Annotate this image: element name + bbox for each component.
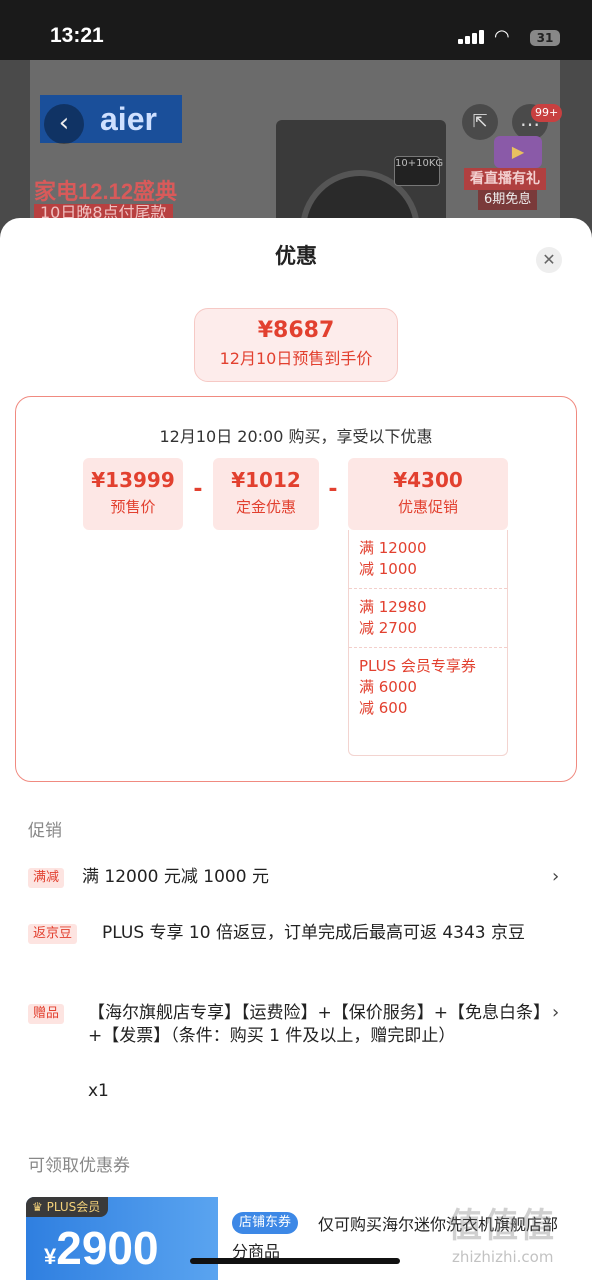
promotion-conditions: 满 12000 减 1000 满 12980 减 2700 PLUS 会员专享券…	[348, 530, 508, 756]
site-watermark-url: zhizhizhi.com	[452, 1248, 554, 1266]
deposit-discount-box: ¥1012 定金优惠	[213, 458, 319, 530]
promotions-section-label: 促销	[28, 821, 62, 841]
wifi-icon: ◠	[494, 26, 510, 47]
message-count-badge: 99+	[531, 104, 563, 122]
status-time: 13:21	[50, 24, 104, 47]
promotion-text: PLUS 专享 10 倍返豆，订单完成后最高可返 4343 京豆	[102, 923, 526, 943]
deposit-label: 定金优惠	[235, 498, 296, 516]
chevron-right-icon: ›	[552, 1002, 560, 1023]
close-icon: ✕	[542, 250, 556, 269]
home-indicator	[190, 1258, 400, 1264]
share-icon: ⇱	[472, 111, 488, 132]
promotion-row-jingdou: 返京豆 PLUS 专享 10 倍返豆，订单完成后最高可返 4343 京豆	[28, 922, 568, 972]
final-price-amount: ¥8687	[257, 318, 335, 343]
final-price-note: 12月10日预售到手价	[219, 349, 373, 368]
condition-item: 满 12980 减 2700	[349, 588, 507, 647]
chevron-left-icon: ‹	[58, 108, 70, 138]
breakdown-heading: 12月10日 20:00 购买，享受以下优惠	[159, 427, 433, 446]
discount-sheet: 优惠 ✕ ¥8687 12月10日预售到手价 12月10日 20:00 购买，享…	[0, 218, 592, 1280]
promotion-label: 优惠促销	[397, 498, 458, 516]
live-subtitle: 6期免息	[478, 190, 538, 210]
minus-sign: -	[328, 477, 338, 502]
promotion-text: 【海尔旗舰店专享】【运费险】+【保价服务】+【免息白条】+【发票】（条件：购买 …	[88, 1003, 542, 1046]
gift-quantity: x1	[88, 1081, 109, 1101]
minus-sign: -	[193, 477, 203, 502]
share-button[interactable]: ⇱	[462, 104, 498, 140]
capacity-badge: 10+10KG	[394, 156, 443, 186]
promotion-tag: 满减	[28, 868, 65, 888]
promotion-row-gift[interactable]: 赠品 【海尔旗舰店专享】【运费险】+【保价服务】+【免息白条】+【发票】（条件：…	[28, 1002, 568, 1112]
presale-price-box: ¥13999 预售价	[83, 458, 183, 530]
promotion-text: 满 12000 元减 1000 元	[82, 867, 269, 887]
condition-item: 满 12000 减 1000	[359, 539, 427, 578]
coupon-amount: ¥2900	[44, 1222, 159, 1274]
site-watermark: 值值值	[448, 1206, 556, 1246]
coupon-type-tag: 店铺东券	[232, 1212, 299, 1234]
sheet-title: 优惠	[275, 244, 317, 268]
deposit-amount: ¥1012	[231, 468, 301, 492]
chevron-right-icon: ›	[552, 866, 560, 887]
promotion-tag: 赠品	[28, 1004, 65, 1024]
close-button[interactable]: ✕	[536, 247, 562, 273]
promotion-tag: 返京豆	[28, 924, 78, 944]
status-bar: 13:21 ◠ 31	[0, 0, 592, 60]
condition-item: PLUS 会员专享券 满 6000 减 600	[349, 647, 507, 727]
live-title[interactable]: 看直播有礼	[464, 168, 546, 190]
live-play-icon[interactable]: ▶	[494, 136, 542, 168]
coupon-card[interactable]: ♛ PLUS会员 ¥2900	[26, 1197, 218, 1280]
promotion-row-full-reduction[interactable]: 满减 满 12000 元减 1000 元 ›	[28, 866, 568, 894]
battery-icon: 31	[530, 30, 560, 46]
back-button[interactable]: ‹	[44, 104, 84, 144]
price-breakdown: 12月10日 20:00 购买，享受以下优惠 ¥13999 预售价 - ¥101…	[15, 396, 577, 782]
promotion-discount-box: ¥4300 优惠促销	[348, 458, 508, 530]
coupons-section-label: 可领取优惠券	[28, 1156, 130, 1176]
presale-label: 预售价	[110, 498, 156, 516]
promo-title: 家电12.12盛典	[34, 179, 178, 204]
presale-amount: ¥13999	[91, 468, 175, 492]
cellular-signal-icon	[458, 30, 486, 44]
promotion-amount: ¥4300	[393, 468, 463, 492]
final-price-card: ¥8687 12月10日预售到手价	[194, 308, 398, 382]
plus-member-badge: ♛ PLUS会员	[26, 1197, 109, 1217]
